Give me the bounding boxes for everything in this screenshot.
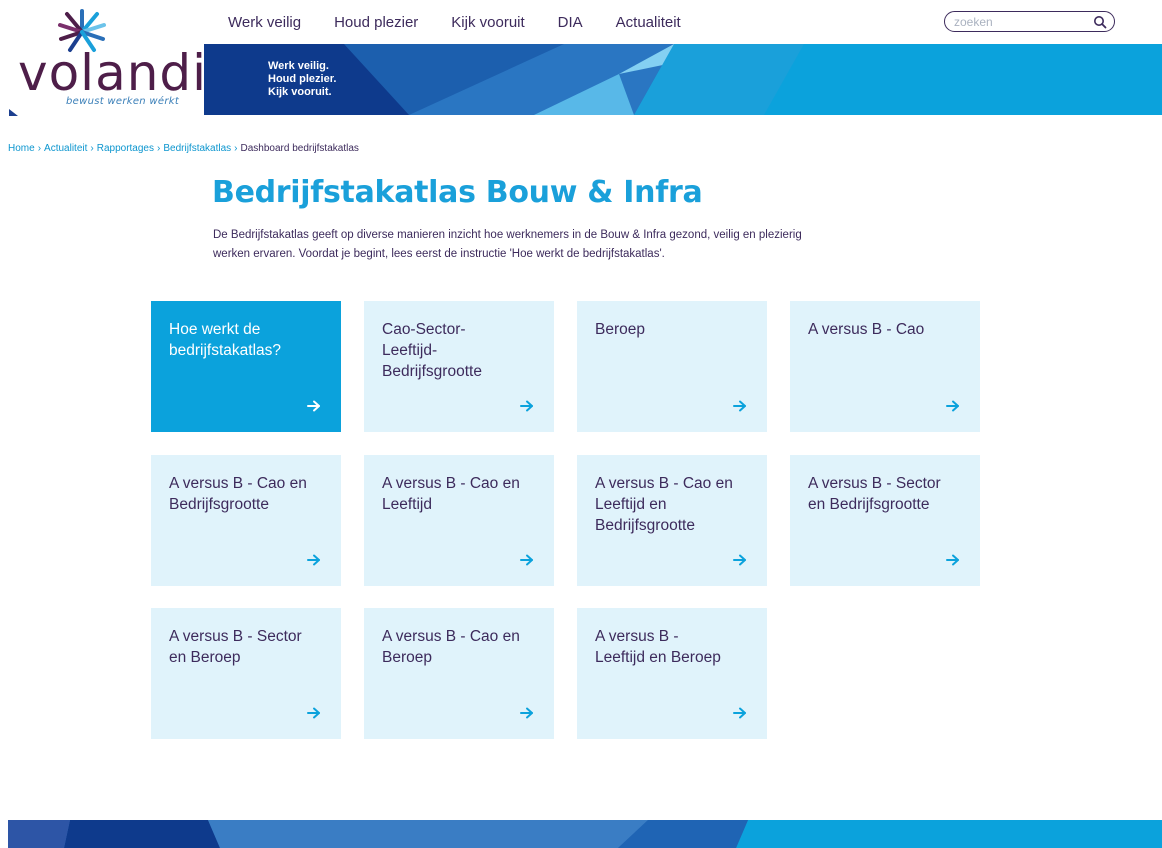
breadcrumb-current: Dashboard bedrijfstakatlas bbox=[240, 143, 359, 154]
tile-label: A versus B - Cao en Beroep bbox=[382, 626, 550, 668]
logo[interactable]: volandis bewust werken wérkt bbox=[6, 8, 233, 120]
arrow-right-icon bbox=[520, 554, 533, 566]
breadcrumb-separator: › bbox=[234, 143, 238, 154]
search-icon[interactable] bbox=[1093, 15, 1107, 29]
footer-banner bbox=[8, 820, 1162, 848]
breadcrumb: Home › Actualiteit › Rapportages › Bedrijfstak… bbox=[8, 143, 359, 155]
arrow-right-icon bbox=[307, 400, 320, 412]
tile-label-line: A versus B - Sector bbox=[169, 628, 302, 645]
arrow-right-icon bbox=[307, 707, 320, 719]
tile-label-line: A versus B - bbox=[595, 628, 679, 645]
tile-ab-cao-leeftijd-bedrijfsgrootte[interactable]: A versus B - Cao en Leeftijd en Bedrijfsgr… bbox=[577, 455, 767, 586]
intro-line: De Bedrijfstakatlas geeft op diverse man… bbox=[213, 229, 802, 241]
tile-label-line: en Bedrijfsgrootte bbox=[808, 496, 930, 513]
slogan-line: Houd plezier. bbox=[268, 73, 337, 85]
tile-ab-leeftijd-beroep[interactable]: A versus B - Leeftijd en Beroep bbox=[577, 608, 767, 739]
arrow-right-icon bbox=[733, 554, 746, 566]
tile-label-line: Bedrijfsgrootte bbox=[169, 496, 269, 513]
breadcrumb-separator: › bbox=[90, 143, 94, 154]
arrow-right-icon bbox=[733, 400, 746, 412]
tile-ab-sector-bedrijfsgrootte[interactable]: A versus B - Sector en Bedrijfsgrootte bbox=[790, 455, 980, 586]
tile-label-line: Beroep bbox=[382, 649, 432, 666]
breadcrumb-separator: › bbox=[37, 143, 42, 154]
tile-label-line: Leeftijd en Beroep bbox=[595, 649, 721, 666]
tile-label: Beroep bbox=[595, 319, 763, 340]
tile-label-line: Beroep bbox=[595, 321, 645, 338]
main-navigation: Werk veilig Houd plezier Kijk vooruit DI… bbox=[228, 13, 714, 33]
tile-cao-sector-leeftijd-bedrijfsgrootte[interactable]: Cao-Sector- Leeftijd- Bedrijfsgrootte bbox=[364, 301, 554, 432]
tile-label: A versus B - Cao en Leeftijd en Bedrijfsgr… bbox=[595, 473, 763, 536]
breadcrumb-separator: › bbox=[157, 143, 161, 154]
arrow-right-icon bbox=[733, 707, 746, 719]
tile-label: A versus B - Cao bbox=[808, 319, 976, 340]
breadcrumb-home[interactable]: Home bbox=[8, 143, 35, 154]
tile-label: A versus B - Cao en Bedrijfsgrootte bbox=[169, 473, 337, 515]
tile-label-line: A versus B - Cao en bbox=[169, 475, 307, 492]
logo-corner-mark bbox=[9, 109, 18, 116]
intro-text: De Bedrijfstakatlas geeft op diverse man… bbox=[213, 226, 923, 264]
page-title: Bedrijfstakatlas Bouw & Infra bbox=[212, 175, 703, 210]
footer-background bbox=[8, 820, 1162, 848]
hero-banner: Werk veilig. Houd plezier. Kijk vooruit. bbox=[204, 44, 1162, 115]
slogan-line: Kijk vooruit. bbox=[268, 86, 332, 98]
slogan-line: Werk veilig. bbox=[268, 60, 329, 72]
banner-slogan: Werk veilig. Houd plezier. Kijk vooruit. bbox=[268, 60, 336, 99]
tile-ab-cao-leeftijd[interactable]: A versus B - Cao en Leeftijd bbox=[364, 455, 554, 586]
tile-hoe-werkt[interactable]: Hoe werkt de bedrijfstakatlas? bbox=[151, 301, 341, 432]
breadcrumb-bedrijfstakatlas[interactable]: Bedrijfstakatlas bbox=[163, 143, 231, 154]
breadcrumb-rapportages[interactable]: Rapportages bbox=[97, 143, 154, 154]
breadcrumb-actualiteit[interactable]: Actualiteit bbox=[44, 143, 87, 154]
tile-label-line: Bedrijfsgrootte bbox=[595, 517, 695, 534]
tile-label: A versus B - Sector en Bedrijfsgrootte bbox=[808, 473, 976, 515]
nav-item-actualiteit[interactable]: Actualiteit bbox=[616, 13, 681, 33]
tile-label: A versus B - Sector en Beroep bbox=[169, 626, 337, 668]
arrow-right-icon bbox=[946, 400, 959, 412]
nav-item-werk-veilig[interactable]: Werk veilig bbox=[228, 13, 301, 33]
tile-label-line: Leeftijd en bbox=[595, 496, 667, 513]
tile-label: A versus B - Leeftijd en Beroep bbox=[595, 626, 763, 668]
tile-label-line: A versus B - Cao en bbox=[382, 475, 520, 492]
tile-label-line: A versus B - Cao en bbox=[382, 628, 520, 645]
tile-ab-sector-beroep[interactable]: A versus B - Sector en Beroep bbox=[151, 608, 341, 739]
arrow-right-icon bbox=[307, 554, 320, 566]
tile-label-line: en Beroep bbox=[169, 649, 241, 666]
tile-label-line: Leeftijd bbox=[382, 496, 432, 513]
tile-label-line: A versus B - Cao bbox=[808, 321, 925, 338]
nav-item-kijk-vooruit[interactable]: Kijk vooruit bbox=[451, 13, 524, 33]
tile-label-line: Leeftijd- bbox=[382, 342, 438, 359]
tile-ab-cao-bedrijfsgrootte[interactable]: A versus B - Cao en Bedrijfsgrootte bbox=[151, 455, 341, 586]
nav-item-houd-plezier[interactable]: Houd plezier bbox=[334, 13, 418, 33]
banner-background bbox=[204, 44, 1162, 115]
search-box bbox=[944, 11, 1115, 32]
tile-label-line: Hoe werkt de bbox=[169, 321, 261, 338]
tile-label: Cao-Sector- Leeftijd- Bedrijfsgrootte bbox=[382, 319, 550, 382]
arrow-right-icon bbox=[946, 554, 959, 566]
logo-tagline: bewust werken wérkt bbox=[66, 96, 180, 107]
tile-label-line: A versus B - Sector bbox=[808, 475, 941, 492]
arrow-right-icon bbox=[520, 400, 533, 412]
nav-item-dia[interactable]: DIA bbox=[558, 13, 583, 33]
intro-line: werken ervaren. Voordat je begint, lees … bbox=[213, 248, 665, 260]
search-input[interactable] bbox=[954, 13, 1092, 30]
tile-ab-cao[interactable]: A versus B - Cao bbox=[790, 301, 980, 432]
tile-label-line: A versus B - Cao en bbox=[595, 475, 733, 492]
logo-wordmark: volandis bbox=[18, 44, 235, 102]
tile-label: Hoe werkt de bedrijfstakatlas? bbox=[169, 319, 337, 361]
tile-label: A versus B - Cao en Leeftijd bbox=[382, 473, 550, 515]
tile-label-line: Bedrijfsgrootte bbox=[382, 363, 482, 380]
tile-beroep[interactable]: Beroep bbox=[577, 301, 767, 432]
arrow-right-icon bbox=[520, 707, 533, 719]
tile-label-line: bedrijfstakatlas? bbox=[169, 342, 282, 359]
tile-label-line: Cao-Sector- bbox=[382, 321, 466, 338]
tile-ab-cao-beroep[interactable]: A versus B - Cao en Beroep bbox=[364, 608, 554, 739]
